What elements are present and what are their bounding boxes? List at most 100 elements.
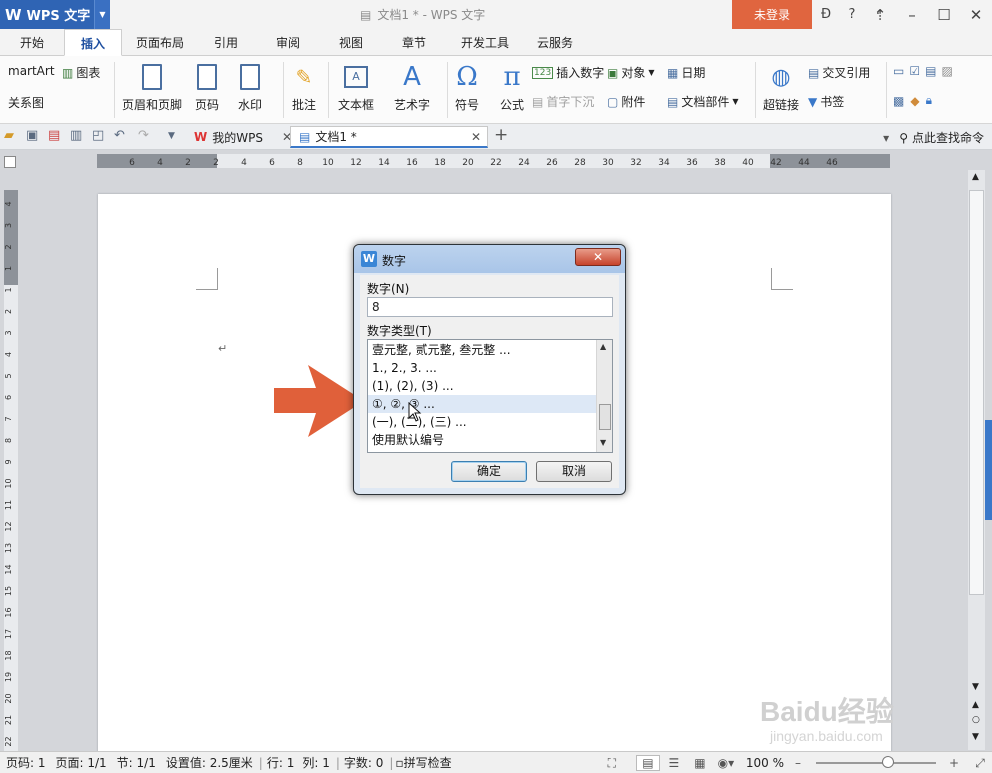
- page-view-icon[interactable]: ▤: [635, 755, 660, 771]
- form-field-icon[interactable]: ▭: [893, 64, 904, 78]
- dropcap-button[interactable]: ▤ 首字下沉: [532, 93, 594, 110]
- formula-button[interactable]: π 公式: [500, 62, 524, 113]
- save-icon[interactable]: ▣: [26, 128, 38, 143]
- zoom-level[interactable]: 100 %: [746, 756, 784, 770]
- scroll-up-icon[interactable]: ▲: [972, 172, 979, 182]
- bookmark-button[interactable]: ▼ 书签: [808, 93, 844, 110]
- page-number-button[interactable]: 页码: [195, 62, 219, 113]
- vertical-scrollbar[interactable]: ▲ ▼ ▲ ○ ▼: [968, 170, 985, 750]
- spell-check-toggle[interactable]: ▫拼写检查: [395, 754, 451, 771]
- horizontal-ruler[interactable]: 6 4 2 2 4 6 8 10 12 14 16 18 20 22 24 26 28 30 32 34 36 38 40 4…: [97, 154, 890, 168]
- prev-page-icon[interactable]: ▲: [972, 700, 979, 710]
- pdf-icon[interactable]: ▤: [48, 128, 60, 143]
- chevron-down-icon[interactable]: ▼: [94, 0, 110, 29]
- ruler-corner[interactable]: [4, 156, 16, 168]
- chevron-down-icon[interactable]: ▼: [168, 131, 175, 141]
- lock-icon[interactable]: 🔒︎: [926, 93, 932, 108]
- tab-insert[interactable]: 插入: [64, 29, 122, 56]
- textbox-button[interactable]: A 文本框: [338, 62, 374, 113]
- tab-view[interactable]: 视图: [322, 29, 380, 56]
- zoom-in-icon[interactable]: +: [942, 756, 966, 770]
- dialog-title-bar[interactable]: W 数字 ✕: [354, 245, 625, 273]
- tab-page-layout[interactable]: 页面布局: [122, 29, 198, 56]
- open-icon[interactable]: ▰: [4, 128, 14, 143]
- find-command[interactable]: ▾ ⚲ 点此查找命令: [883, 129, 984, 146]
- comment-button[interactable]: ✎ 批注: [292, 62, 316, 113]
- tab-developer[interactable]: 开发工具: [448, 29, 522, 56]
- close-button[interactable]: ✕: [960, 6, 992, 24]
- number-type-list[interactable]: 壹元整, 贰元整, 叁元整 ... 1., 2., 3. ... (1), (2…: [367, 339, 613, 453]
- new-tab-icon[interactable]: +: [494, 125, 508, 145]
- zoom-slider-knob[interactable]: [882, 756, 894, 768]
- form-controls-row2: ▩ ◆ 🔒︎: [893, 93, 932, 108]
- shading-icon[interactable]: ▩: [893, 94, 904, 108]
- header-footer-button[interactable]: 页眉和页脚: [122, 62, 182, 113]
- tab-chapter[interactable]: 章节: [380, 29, 448, 56]
- help-icon[interactable]: ?: [839, 7, 865, 22]
- status-words[interactable]: 字数: 0: [344, 754, 384, 771]
- list-scrollbar[interactable]: ▲ ▼: [596, 340, 612, 452]
- doc-parts-button[interactable]: ▤ 文档部件 ▼: [667, 93, 739, 110]
- vertical-ruler[interactable]: 4 3 2 1 1 2 3 4 5 6 7 8 9 10 11 12 13 14 15 16 17 18 19 20 21 22: [4, 190, 18, 755]
- sidebar-toggle[interactable]: [985, 420, 992, 520]
- minimize-button[interactable]: –: [896, 6, 928, 24]
- fullscreen-icon[interactable]: ⛶: [600, 756, 624, 771]
- wordart-button[interactable]: A 艺术字: [394, 62, 430, 113]
- list-item[interactable]: 1., 2., 3. ...: [372, 359, 437, 377]
- chart-button[interactable]: ▥ 图表: [62, 64, 100, 81]
- login-button[interactable]: 未登录: [732, 0, 812, 29]
- zoom-out-icon[interactable]: –: [786, 756, 810, 770]
- scrollbar-thumb[interactable]: [969, 190, 984, 595]
- tab-home[interactable]: 开始: [0, 29, 64, 56]
- hyperlink-button[interactable]: ◍ 超链接: [763, 62, 799, 113]
- number-input[interactable]: 8: [367, 297, 613, 317]
- outline-view-icon[interactable]: ☰: [662, 756, 686, 770]
- tab-document[interactable]: ▤ 文档1 * ✕: [290, 126, 488, 148]
- list-scrollbar-thumb[interactable]: [599, 404, 611, 430]
- eraser-icon[interactable]: ◆: [910, 94, 919, 108]
- tab-review[interactable]: 审阅: [254, 29, 322, 56]
- tab-my-wps[interactable]: W 我的WPS ✕: [186, 126, 300, 148]
- checkbox-control-icon[interactable]: ☑: [909, 64, 920, 78]
- watermark-button[interactable]: 水印: [238, 62, 262, 113]
- app-menu-button[interactable]: W WPS 文字 ▼: [0, 0, 110, 29]
- image-control-icon[interactable]: ▨: [941, 64, 952, 78]
- fit-icon[interactable]: ⤢: [968, 756, 992, 771]
- dialog-close-button[interactable]: ✕: [575, 248, 621, 266]
- date-button[interactable]: ▦ 日期: [667, 64, 705, 81]
- list-item[interactable]: 壹元整, 贰元整, 叁元整 ...: [372, 341, 511, 359]
- attachment-button[interactable]: ▢ 附件: [607, 93, 645, 110]
- next-page-icon[interactable]: ▼: [972, 732, 979, 742]
- dropdown-control-icon[interactable]: ▤: [925, 64, 936, 78]
- tab-cloud[interactable]: 云服务: [522, 29, 588, 56]
- select-browse-icon[interactable]: ○: [972, 715, 980, 725]
- symbol-button[interactable]: Ω 符号: [455, 62, 479, 113]
- tab-references[interactable]: 引用: [198, 29, 254, 56]
- print-icon[interactable]: ▥: [70, 128, 82, 143]
- object-button[interactable]: ▣ 对象 ▼: [607, 64, 655, 81]
- web-view-icon[interactable]: ▦: [688, 756, 712, 770]
- scroll-up-icon[interactable]: ▲: [600, 342, 606, 351]
- list-item[interactable]: 使用默认编号: [372, 431, 444, 449]
- list-item[interactable]: (1), (2), (3) ...: [372, 377, 454, 395]
- ok-button[interactable]: 确定: [451, 461, 527, 482]
- preview-icon[interactable]: ◰: [92, 128, 104, 143]
- relation-chart-button[interactable]: 关系图: [8, 94, 44, 111]
- scroll-down-icon[interactable]: ▼: [972, 682, 979, 692]
- pin-icon[interactable]: ⇡: [864, 6, 896, 24]
- redo-icon[interactable]: ↷: [138, 128, 149, 143]
- undo-icon[interactable]: ↶: [114, 128, 125, 143]
- list-item-selected[interactable]: ①, ②, ③ ...: [368, 395, 596, 413]
- close-icon[interactable]: ✕: [471, 130, 481, 144]
- reading-mode-icon[interactable]: ◉▾: [714, 756, 738, 770]
- maximize-button[interactable]: ☐: [928, 6, 960, 24]
- cancel-button[interactable]: 取消: [536, 461, 612, 482]
- zoom-slider[interactable]: [816, 756, 936, 768]
- smartart-button[interactable]: martArt: [8, 64, 55, 78]
- skin-icon[interactable]: Ð: [813, 7, 839, 22]
- crossref-button[interactable]: ▤ 交叉引用: [808, 64, 870, 81]
- scroll-down-icon[interactable]: ▼: [600, 438, 606, 447]
- layout-icon[interactable]: ▾: [883, 131, 889, 145]
- insert-number-button[interactable]: 123 插入数字: [532, 64, 604, 81]
- ruler-number: 1: [4, 266, 13, 271]
